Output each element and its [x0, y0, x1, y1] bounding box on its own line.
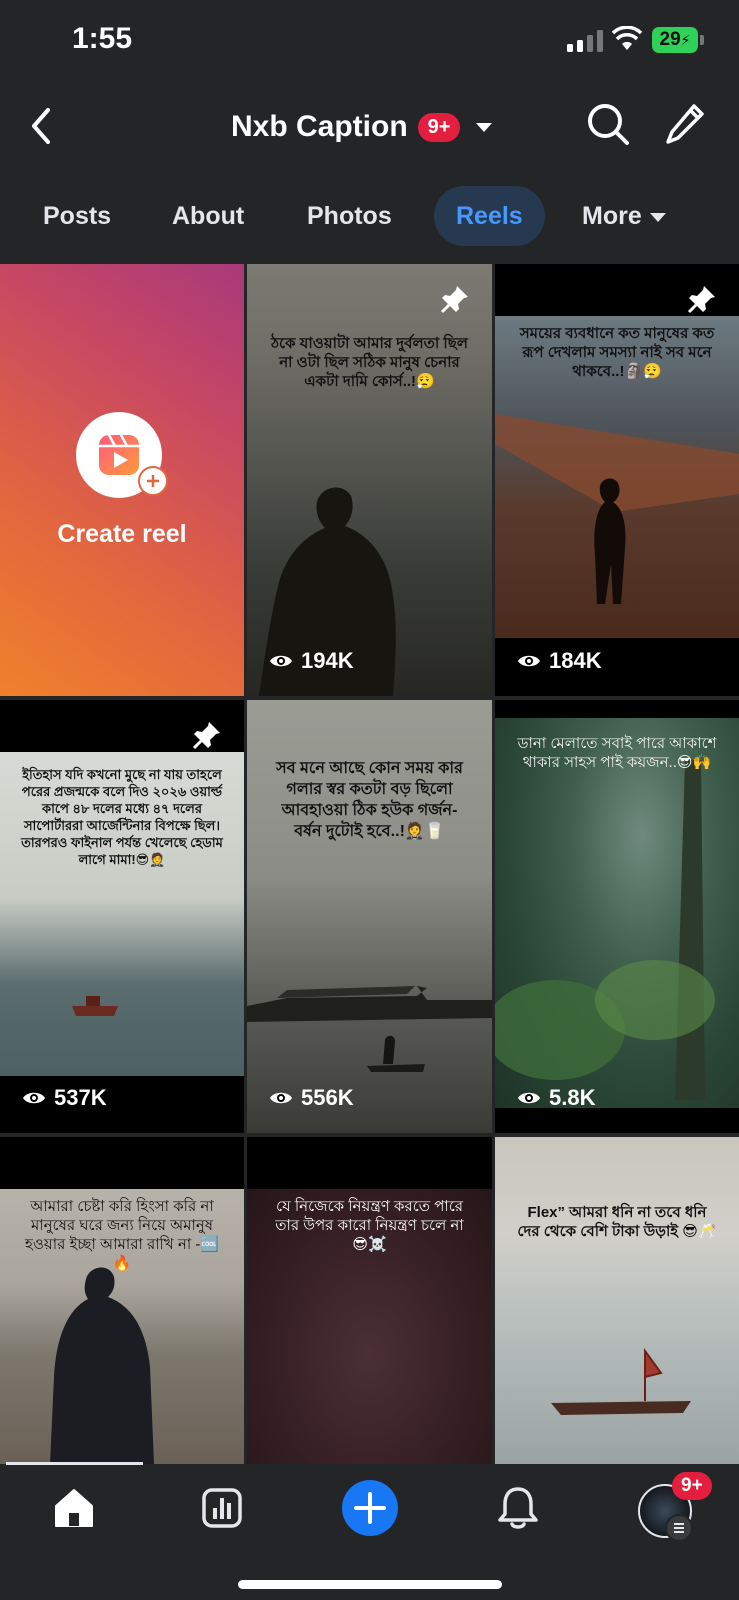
tab-about[interactable]: About: [172, 186, 244, 246]
page-tabs: Posts About Photos Reels More: [0, 182, 739, 250]
tab-posts[interactable]: Posts: [43, 186, 111, 246]
page-header: Nxb Caption 9+: [0, 80, 739, 172]
notification-badge: 9+: [672, 1472, 712, 1500]
pin-icon: [440, 286, 468, 314]
view-count-value: 537K: [54, 1085, 107, 1110]
home-indicator: [238, 1580, 502, 1589]
reel-caption: ঠকে যাওয়াটা আমার দুর্বলতা ছিল না ওটা ছি…: [271, 335, 468, 390]
bottom-nav: 9+: [0, 1462, 739, 1600]
tab-more-label: More: [582, 202, 642, 230]
boat-image: [551, 1347, 691, 1415]
tab-reels[interactable]: Reels: [434, 186, 545, 246]
view-count-value: 194K: [301, 648, 354, 673]
caret-down-icon: [649, 212, 666, 222]
eye-icon: [270, 655, 292, 667]
search-icon[interactable]: [586, 102, 630, 146]
status-time: 1:55: [72, 22, 133, 55]
view-count: 194K: [269, 648, 354, 674]
battery-level: 29: [659, 29, 681, 50]
cellular-signal-icon: [567, 30, 603, 52]
reel-thumbnail[interactable]: ইতিহাস যদি কখনো মুছে না যায় তাহলে পরের …: [0, 700, 244, 1133]
reel-thumbnail[interactable]: Flex” আমরা ধনি না তবে ধনি দের থেকে বেশি …: [495, 1137, 739, 1464]
eye-icon: [23, 1092, 45, 1104]
reel-caption: আমারা চেষ্টা করি হিংসা করি না মানুষের ঘর…: [24, 1198, 220, 1272]
reel-thumbnail[interactable]: সব মনে আছে কোন সময় কার গলার স্বর কতটা ব…: [247, 700, 492, 1133]
reel-caption: সময়ের ব্যবধানে কত মানুষের কত রূপ দেখলাম…: [519, 325, 715, 380]
reel-caption: ডানা মেলাতে সবাই পারে আকাশে থাকার সাহস প…: [517, 735, 717, 771]
eye-icon: [518, 655, 540, 667]
view-count: 556K: [269, 1085, 354, 1111]
create-plus-icon[interactable]: [340, 1478, 400, 1538]
create-reel-label: Create reel: [57, 520, 187, 548]
menu-icon: [665, 1514, 693, 1542]
plus-icon: [138, 466, 168, 496]
view-count: 5.8K: [517, 1085, 595, 1111]
notifications-bell-icon[interactable]: [496, 1484, 540, 1530]
reel-caption: ইতিহাস যদি কখনো মুছে না যায় তাহলে পরের …: [21, 767, 223, 867]
battery-tip: [700, 35, 704, 45]
tab-photos[interactable]: Photos: [307, 186, 392, 246]
reel-thumbnail[interactable]: ঠকে যাওয়াটা আমার দুর্বলতা ছিল না ওটা ছি…: [247, 264, 492, 696]
pin-icon: [687, 286, 715, 314]
view-count: 184K: [517, 648, 602, 674]
reel-caption: যে নিজেকে নিয়ন্ত্রণ করতে পারে তার উপর ক…: [275, 1198, 464, 1253]
view-count: 537K: [22, 1085, 107, 1111]
boat-image: [72, 996, 118, 1016]
silhouette-image: [50, 1267, 154, 1464]
reel-caption: Flex” আমরা ধনি না তবে ধনি দের থেকে বেশি …: [517, 1204, 717, 1240]
pin-icon: [192, 722, 220, 750]
reel-thumbnail[interactable]: ডানা মেলাতে সবাই পারে আকাশে থাকার সাহস প…: [495, 700, 739, 1133]
reel-thumbnail[interactable]: যে নিজেকে নিয়ন্ত্রণ করতে পারে তার উপর ক…: [247, 1137, 492, 1464]
eye-icon: [518, 1092, 540, 1104]
battery-icon: 29⚡: [652, 27, 698, 53]
reel-caption: সব মনে আছে কোন সময় কার গলার স্বর কতটা ব…: [276, 760, 463, 840]
tab-more[interactable]: More: [582, 186, 666, 246]
eye-icon: [270, 1092, 292, 1104]
active-tab-indicator: [6, 1462, 143, 1465]
home-icon[interactable]: [52, 1486, 96, 1530]
silhouette-image: [259, 487, 396, 696]
reels-grid: Create reel ঠকে যাওয়াটা আমার দুর্বলতা ছ…: [0, 264, 739, 1464]
view-count-value: 5.8K: [549, 1085, 596, 1110]
back-arrow-icon[interactable]: [28, 104, 58, 148]
status-bar: 1:55 29⚡: [0, 0, 739, 80]
insights-icon[interactable]: [200, 1486, 244, 1530]
view-count-value: 556K: [301, 1085, 354, 1110]
create-reel-tile[interactable]: Create reel: [0, 264, 244, 696]
reel-thumbnail[interactable]: সময়ের ব্যবধানে কত মানুষের কত রূপ দেখলাম…: [495, 264, 739, 696]
page-title: Nxb Caption: [231, 110, 408, 143]
notification-badge: 9+: [417, 112, 461, 142]
view-count-value: 184K: [549, 648, 602, 673]
pencil-icon[interactable]: [664, 102, 706, 146]
reel-thumbnail[interactable]: আমারা চেষ্টা করি হিংসা করি না মানুষের ঘর…: [0, 1137, 244, 1464]
wifi-icon: [612, 26, 642, 50]
chevron-down-icon: [476, 122, 493, 132]
page-switcher[interactable]: Nxb Caption 9+: [231, 104, 493, 150]
